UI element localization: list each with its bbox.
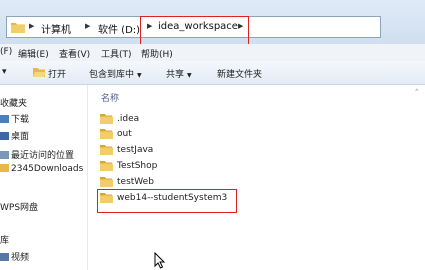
menu-view[interactable]: 查看(V) [59, 47, 90, 60]
cursor-icon [154, 252, 166, 269]
file-name: .idea [117, 114, 140, 124]
nav-item-2345downloads[interactable]: 2345Downloads [0, 164, 83, 174]
organize-button[interactable]: ▾ [2, 67, 7, 77]
menu-help[interactable]: 帮助(H) [141, 47, 173, 60]
nav-item-recent[interactable]: 最近访问的位置 [0, 148, 74, 161]
column-header-name[interactable]: 名称 [101, 91, 119, 104]
file-row[interactable]: testJava [100, 143, 300, 158]
new-folder-button[interactable]: 新建文件夹 [217, 67, 262, 80]
file-name: TestShop [117, 161, 158, 171]
menu-edit[interactable]: 编辑(E) [18, 47, 49, 60]
open-button[interactable]: 打开 [48, 67, 66, 80]
chevron-right-icon[interactable]: ▶ [29, 22, 34, 30]
share-label: 共享 [166, 70, 185, 80]
nav-favorites-header[interactable]: 收藏夹 [0, 96, 27, 109]
breadcrumb-drive[interactable]: 软件 (D:) [98, 21, 140, 36]
chevron-down-icon: ▼ [137, 72, 142, 79]
nav-item-downloads[interactable]: 下载 [0, 112, 29, 125]
file-name: out [117, 129, 132, 139]
navigation-pane: 收藏夹 下载 桌面 最近访问的位置 2345Downloads WPS网盘 库 … [0, 85, 88, 270]
file-row[interactable]: .idea [100, 112, 300, 127]
share-button[interactable]: 共享 ▼ [166, 67, 192, 80]
nav-item-label: 视频 [11, 253, 30, 263]
folder-icon [0, 164, 9, 172]
file-name: testJava [117, 145, 154, 155]
nav-item-label: 下载 [11, 115, 30, 125]
nav-libraries-header[interactable]: 库 [0, 233, 9, 246]
include-in-library-button[interactable]: 包含到库中 ▼ [89, 67, 142, 80]
command-bar: ▾ 打开 包含到库中 ▼ 共享 ▼ 新建文件夹 [0, 61, 425, 85]
chevron-down-icon: ▼ [187, 72, 192, 79]
breadcrumb-computer[interactable]: 计算机 [41, 21, 71, 36]
recent-places-icon [0, 151, 9, 159]
downloads-icon [0, 115, 9, 123]
menu-file[interactable]: (F) [0, 47, 12, 57]
file-row[interactable]: out [100, 127, 300, 142]
folder-icon [100, 161, 113, 171]
include-in-library-label: 包含到库中 [89, 70, 135, 80]
nav-item-label: 2345Downloads [11, 164, 84, 174]
open-icon [33, 68, 46, 77]
videos-icon [0, 253, 9, 261]
menu-bar: (F) 编辑(E) 查看(V) 工具(T) 帮助(H) [0, 44, 425, 61]
menu-tools[interactable]: 工具(T) [101, 47, 132, 60]
nav-item-label: 桌面 [11, 132, 30, 142]
file-row[interactable]: TestShop [100, 159, 300, 174]
nav-item-wps-drive[interactable]: WPS网盘 [0, 200, 38, 213]
nav-item-label: 最近访问的位置 [11, 151, 75, 161]
nav-item-videos[interactable]: 视频 [0, 250, 29, 263]
chevron-right-icon[interactable]: ▶ [85, 22, 90, 30]
file-row[interactable]: testWeb [100, 175, 300, 190]
folder-icon [11, 23, 25, 33]
folder-icon [100, 114, 113, 124]
file-list: 名称 ˄ .idea out testJava TestShop testWeb… [88, 85, 425, 270]
folder-icon [100, 129, 113, 139]
nav-item-desktop[interactable]: 桌面 [0, 129, 29, 142]
folder-icon [100, 145, 113, 155]
file-name: testWeb [117, 177, 154, 187]
desktop-icon [0, 132, 9, 140]
sort-arrow-icon: ˄ [414, 89, 420, 99]
folder-icon [100, 177, 113, 187]
file-highlight-box [97, 189, 237, 213]
